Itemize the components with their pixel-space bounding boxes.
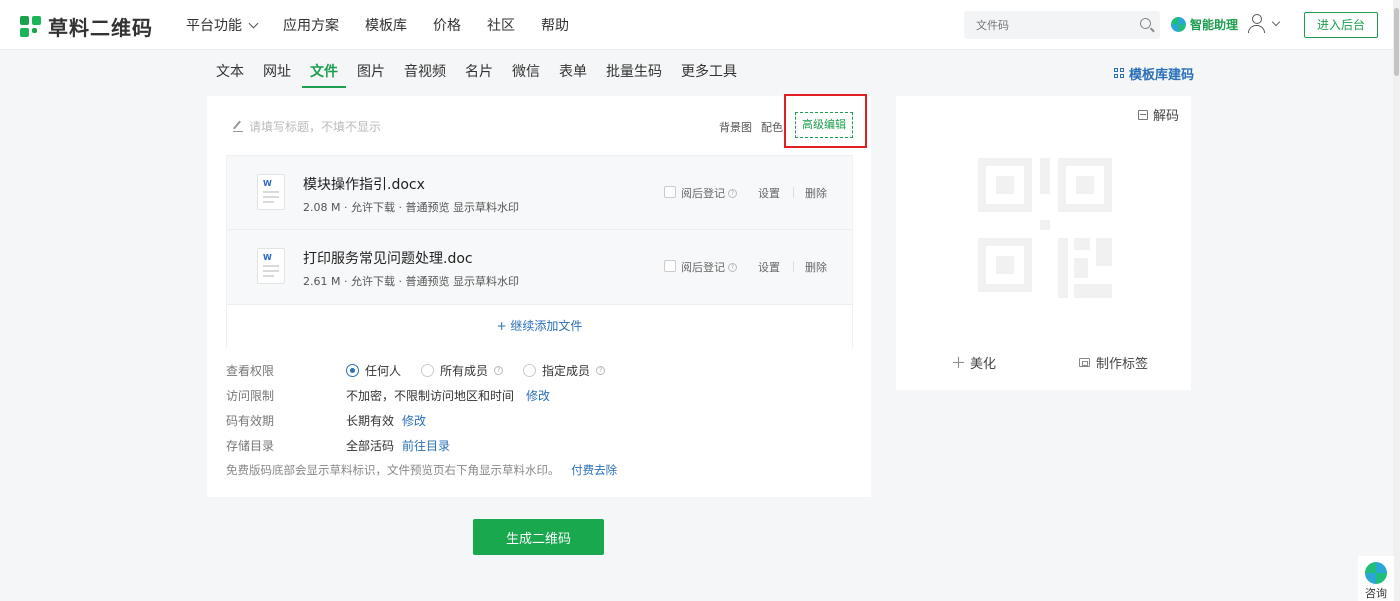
validity-label: 码有效期 [226, 414, 275, 428]
divider [793, 187, 794, 198]
tab-business-card[interactable]: 名片 [465, 58, 493, 88]
file-settings-link[interactable]: 设置 [758, 185, 780, 201]
search-input[interactable] [964, 11, 1160, 39]
make-label-button[interactable]: 制作标签 [1079, 353, 1148, 372]
tab-wechat[interactable]: 微信 [512, 58, 540, 88]
tab-audio-video[interactable]: 音视频 [404, 58, 446, 88]
access-row: 访问限制 不加密，不限制访问地区和时间 修改 [226, 387, 617, 412]
tab-image[interactable]: 图片 [357, 58, 385, 88]
list-item: W 模块操作指引.docx 2.08 M · 允许下载 · 普通预览 显示草料水… [227, 156, 852, 230]
radio-all-members[interactable]: 所有成员? [421, 362, 504, 379]
file-settings-link[interactable]: 设置 [758, 259, 780, 275]
consult-button[interactable]: 咨询 [1358, 556, 1394, 601]
validity-row: 码有效期 长期有效 修改 [226, 412, 617, 437]
storage-value: 全部活码 [346, 439, 395, 453]
highlight-annotation [784, 94, 867, 148]
pen-icon [233, 122, 243, 132]
sparkle-icon [953, 357, 964, 368]
nav-templates[interactable]: 模板库 [365, 15, 407, 35]
grid-icon [1114, 68, 1125, 79]
chevron-down-icon[interactable] [1271, 17, 1281, 27]
qr-preview-card: 解码 美化 制作标签 [896, 96, 1191, 390]
nav-solutions[interactable]: 应用方案 [283, 15, 339, 35]
list-item: W 打印服务常见问题处理.doc 2.61 M · 允许下载 · 普通预览 显示… [227, 230, 852, 304]
go-to-directory-link[interactable]: 前往目录 [402, 437, 450, 454]
file-editor-card: 请填写标题，不填不显示 背景图 配色 高级编辑 W 模块操作指引.docx 2.… [207, 94, 871, 497]
access-label: 访问限制 [226, 389, 275, 403]
access-value: 不加密，不限制访问地区和时间 [346, 389, 515, 403]
permission-options: 任何人 所有成员? 指定成员? [346, 362, 617, 379]
tab-batch[interactable]: 批量生码 [606, 58, 662, 88]
file-meta: 2.08 M · 允许下载 · 普通预览 显示草料水印 [303, 201, 519, 214]
scrollbar-thumb[interactable] [1394, 8, 1399, 76]
logo-icon [20, 15, 42, 38]
tab-file[interactable]: 文件 [302, 58, 346, 88]
chevron-down-icon [248, 18, 259, 28]
background-image-link[interactable]: 背景图 [719, 119, 752, 135]
code-settings: 查看权限 任何人 所有成员? 指定成员? 访问限制 不加密，不限制访问地区和时间… [226, 362, 617, 487]
permission-label: 查看权限 [226, 364, 275, 378]
top-nav: 平台功能 应用方案 模板库 价格 社区 帮助 [186, 0, 569, 50]
radio-anyone[interactable]: 任何人 [346, 362, 401, 379]
help-icon[interactable]: ? [494, 366, 504, 375]
tab-text[interactable]: 文本 [216, 58, 244, 88]
nav-help[interactable]: 帮助 [541, 15, 569, 35]
permission-row: 查看权限 任何人 所有成员? 指定成员? [226, 362, 617, 387]
radio-icon [523, 364, 537, 377]
help-icon[interactable]: ? [728, 188, 737, 198]
label-icon [1079, 358, 1090, 367]
validity-value: 长期有效 [346, 414, 395, 428]
brand-logo[interactable]: 草料二维码 [20, 12, 153, 41]
storage-label: 存储目录 [226, 439, 275, 453]
beautify-button[interactable]: 美化 [953, 353, 996, 372]
page-scrollbar[interactable] [1393, 0, 1400, 601]
nav-community[interactable]: 社区 [487, 15, 515, 35]
word-doc-icon: W [257, 248, 285, 284]
search-icon[interactable] [1140, 18, 1151, 29]
add-file-button[interactable]: + 继续添加文件 [227, 304, 852, 348]
radio-icon [421, 364, 435, 377]
radio-selected-icon [346, 364, 359, 377]
code-type-tabs: 文本 网址 文件 图片 音视频 名片 微信 表单 批量生码 更多工具 [216, 58, 737, 88]
read-register-label: 阅后登记? [681, 259, 737, 275]
nav-pricing[interactable]: 价格 [433, 15, 461, 35]
word-doc-icon: W [257, 174, 285, 210]
smart-assistant-button[interactable]: 智能助理 [1171, 16, 1238, 33]
file-name[interactable]: 打印服务常见问题处理.doc [303, 248, 473, 268]
enter-backend-button[interactable]: 进入后台 [1304, 12, 1378, 38]
title-field[interactable]: 请填写标题，不填不显示 [233, 118, 381, 135]
validity-modify-link[interactable]: 修改 [402, 412, 426, 429]
assistant-icon [1365, 562, 1387, 584]
color-scheme-link[interactable]: 配色 [761, 119, 783, 135]
divider [793, 261, 794, 272]
free-version-note: 免费版码底部会显示草料标识，文件预览页右下角显示草料水印。 付费去除 [226, 463, 618, 477]
access-modify-link[interactable]: 修改 [526, 387, 550, 404]
user-icon[interactable] [1248, 14, 1265, 33]
template-library-link[interactable]: 模板库建码 [1114, 64, 1194, 83]
file-delete-link[interactable]: 删除 [805, 185, 827, 201]
file-name[interactable]: 模块操作指引.docx [303, 174, 425, 194]
decode-button[interactable]: 解码 [1138, 105, 1179, 124]
scan-icon [1138, 109, 1148, 120]
read-register-checkbox[interactable] [664, 260, 676, 272]
tab-more-tools[interactable]: 更多工具 [681, 58, 737, 88]
generate-qr-button[interactable]: 生成二维码 [473, 519, 604, 555]
help-icon[interactable]: ? [728, 262, 737, 272]
file-delete-link[interactable]: 删除 [805, 259, 827, 275]
assistant-icon [1171, 17, 1186, 32]
remove-branding-link[interactable]: 付费去除 [571, 463, 617, 477]
file-list: W 模块操作指引.docx 2.08 M · 允许下载 · 普通预览 显示草料水… [226, 155, 853, 348]
help-icon[interactable]: ? [596, 366, 606, 375]
file-meta: 2.61 M · 允许下载 · 普通预览 显示草料水印 [303, 275, 519, 288]
brand-name: 草料二维码 [48, 16, 153, 40]
radio-specified-members[interactable]: 指定成员? [523, 362, 606, 379]
tab-form[interactable]: 表单 [559, 58, 587, 88]
qr-code-placeholder [978, 158, 1112, 298]
read-register-label: 阅后登记? [681, 185, 737, 201]
storage-row: 存储目录 全部活码 前往目录 [226, 437, 617, 462]
top-header: 草料二维码 平台功能 应用方案 模板库 价格 社区 帮助 智能助理 进入后台 [0, 0, 1400, 50]
nav-platform-features[interactable]: 平台功能 [186, 15, 259, 35]
tab-url[interactable]: 网址 [263, 58, 291, 88]
read-register-checkbox[interactable] [664, 186, 676, 198]
